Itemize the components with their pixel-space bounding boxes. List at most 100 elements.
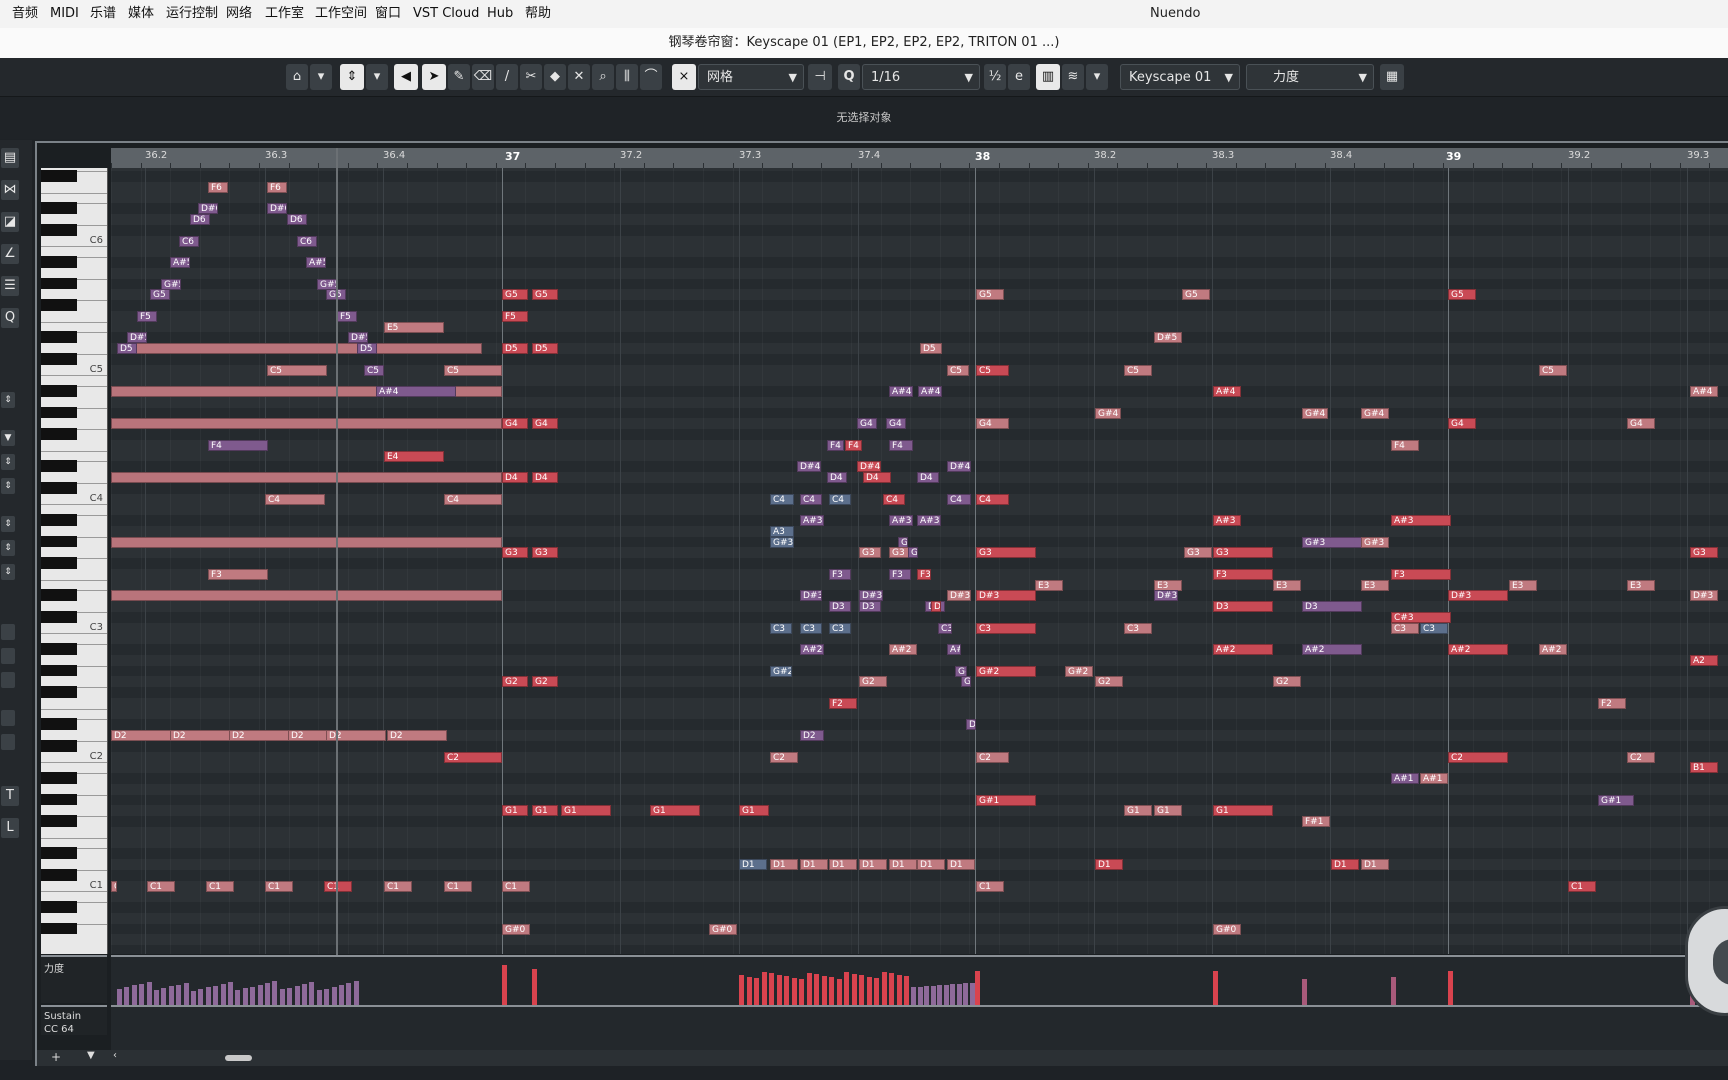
midi-note[interactable]: F4 <box>1391 439 1419 451</box>
midi-note[interactable]: F3 <box>917 568 931 580</box>
velocity-bar[interactable] <box>889 973 894 1005</box>
draw-icon[interactable]: ∠ <box>1 244 19 264</box>
quantize-button[interactable]: Q <box>838 64 860 90</box>
snap-toggle-icon[interactable]: ⨯ <box>672 64 696 90</box>
midi-note[interactable]: G#3 <box>898 536 908 548</box>
midi-note[interactable]: A#2 <box>947 644 961 655</box>
midi-note[interactable]: G3 <box>532 547 558 559</box>
scroll-left-icon[interactable]: ‹ <box>113 1050 117 1061</box>
velocity-bar[interactable] <box>844 972 849 1005</box>
velocity-bar[interactable] <box>807 972 812 1005</box>
midi-note[interactable]: D4 <box>917 472 939 483</box>
velocity-bar[interactable] <box>154 990 159 1005</box>
velocity-bar[interactable] <box>302 984 307 1005</box>
midi-note[interactable]: G4 <box>502 418 528 430</box>
velocity-bar[interactable] <box>822 975 827 1005</box>
velocity-bar[interactable] <box>272 981 277 1005</box>
menu-item[interactable]: MIDI <box>50 0 79 28</box>
midi-note[interactable]: A#3 <box>1391 515 1451 526</box>
midi-note[interactable]: C3 <box>938 622 952 634</box>
playhead-cursor[interactable] <box>336 148 338 998</box>
midi-note[interactable]: C5 <box>364 364 384 376</box>
velocity-bar[interactable] <box>265 983 270 1005</box>
midi-note[interactable]: A#4 <box>918 386 942 397</box>
midi-note[interactable]: C6 <box>179 235 199 247</box>
midi-note[interactable]: C5 <box>444 364 502 376</box>
midi-note[interactable]: G3 <box>1184 547 1212 559</box>
zoom-tool-icon[interactable]: ⌕ <box>592 64 614 90</box>
glue-tool-icon[interactable]: ◆ <box>544 64 566 90</box>
midi-note[interactable]: F3 <box>829 568 851 580</box>
midi-note[interactable]: C4 <box>829 493 851 505</box>
midi-note[interactable]: D1 <box>800 859 828 870</box>
trim-tool-icon[interactable]: ⌒ <box>640 64 662 90</box>
midi-note[interactable]: C5 <box>1539 364 1567 376</box>
midi-note[interactable]: C1 <box>502 880 530 892</box>
midi-note[interactable]: G5 <box>150 289 170 301</box>
midi-note[interactable]: A#4 <box>376 386 456 397</box>
midi-note[interactable]: D3 <box>1213 601 1273 612</box>
midi-note[interactable]: C3 <box>1391 622 1419 634</box>
midi-note[interactable]: C1 <box>976 880 1004 892</box>
midi-note[interactable]: D2 <box>288 730 328 741</box>
quantize-icon[interactable]: Q <box>1 308 19 328</box>
controller-dropdown[interactable]: 力度 ▼ <box>1246 64 1374 90</box>
line-tool-icon[interactable]: / <box>496 64 518 90</box>
eraser-tool-icon[interactable]: ⌫ <box>472 64 494 90</box>
midi-note[interactable]: A#4 <box>889 386 913 397</box>
menu-item[interactable]: 工作室 <box>265 0 304 28</box>
midi-note[interactable]: A#1 <box>1420 773 1448 784</box>
midi-note[interactable]: E3 <box>1627 579 1655 591</box>
midi-note[interactable]: C2 <box>1627 751 1655 763</box>
midi-note[interactable]: G3 <box>908 547 918 559</box>
velocity-bar[interactable] <box>250 986 255 1005</box>
midi-note[interactable]: D2 <box>800 730 824 741</box>
midi-note[interactable]: D#3 <box>947 590 971 602</box>
midi-note[interactable]: D6 <box>287 214 307 225</box>
color-dropdown-icon[interactable]: ▾ <box>1086 64 1108 90</box>
midi-note[interactable]: G2 <box>961 676 971 688</box>
quantize-presets-icon[interactable]: ½ <box>984 64 1006 90</box>
midi-note[interactable] <box>111 536 502 548</box>
midi-note[interactable]: D#4 <box>857 461 881 473</box>
midi-note[interactable]: D2 <box>229 730 289 741</box>
midi-note[interactable]: G5 <box>976 289 1004 301</box>
midi-note[interactable]: D1 <box>1095 859 1123 870</box>
midi-note[interactable]: G5 <box>1182 289 1210 301</box>
midi-note[interactable]: C4 <box>265 493 325 505</box>
velocity-bar[interactable] <box>931 985 936 1005</box>
midi-note[interactable]: D#3 <box>859 590 883 602</box>
midi-note[interactable]: D3 <box>1302 601 1362 612</box>
velocity-bar[interactable] <box>814 974 819 1005</box>
midi-note[interactable]: E3 <box>1273 579 1301 591</box>
velocity-bar[interactable] <box>502 965 507 1005</box>
midi-note[interactable]: C6 <box>297 235 317 247</box>
velocity-bar[interactable] <box>1448 971 1453 1005</box>
velocity-bar[interactable] <box>1391 977 1396 1005</box>
midi-note[interactable]: E3 <box>1154 579 1182 591</box>
velocity-bar[interactable] <box>117 989 122 1005</box>
velocity-bar[interactable] <box>324 988 329 1005</box>
midi-note[interactable]: G3 <box>976 547 1036 559</box>
midi-note[interactable]: A#1 <box>1391 773 1419 784</box>
midi-note[interactable]: G2 <box>1095 676 1123 688</box>
midi-note[interactable]: D1 <box>829 859 857 870</box>
midi-note[interactable]: E4 <box>384 450 444 462</box>
midi-note[interactable]: G2 <box>502 676 528 688</box>
midi-note[interactable]: C5 <box>1124 364 1152 376</box>
velocity-bar[interactable] <box>754 978 759 1005</box>
midi-note[interactable]: C4 <box>770 493 794 505</box>
midi-note[interactable]: A#3 <box>917 515 941 526</box>
midi-note[interactable]: D1 <box>889 859 917 870</box>
midi-note[interactable]: G3 <box>1690 547 1718 559</box>
midi-note[interactable]: D2 <box>111 730 171 741</box>
menu-item[interactable]: 媒体 <box>128 0 154 28</box>
velocity-bar[interactable] <box>1213 971 1218 1005</box>
midi-note[interactable]: D#5 <box>348 332 368 344</box>
layout-icon[interactable]: ▤ <box>1 148 19 168</box>
velocity-bar[interactable] <box>957 983 962 1005</box>
pointer-tool-icon[interactable]: ➤ <box>422 64 446 90</box>
midi-note[interactable]: C1 <box>444 880 472 892</box>
midi-note[interactable]: F5 <box>137 310 157 322</box>
midi-note[interactable]: C1 <box>1568 880 1596 892</box>
